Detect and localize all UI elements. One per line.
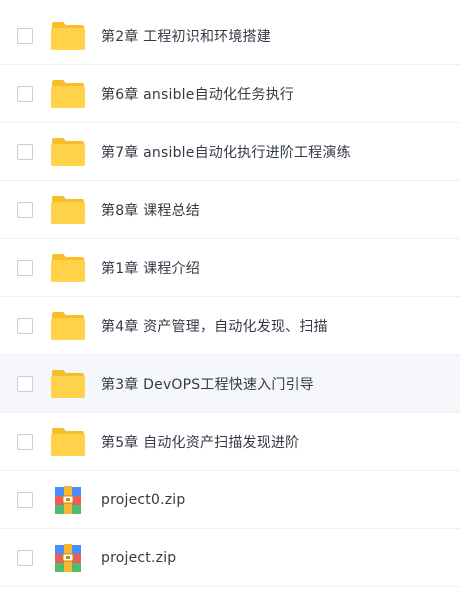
file-row[interactable]: 第3章 DevOPS工程快速入门引导 (0, 355, 460, 413)
folder-icon (50, 427, 86, 457)
file-name[interactable]: 第7章 ansible自动化执行进阶工程演练 (101, 142, 351, 162)
file-row[interactable]: 第2章 工程初识和环境搭建 (0, 7, 460, 65)
file-name[interactable]: project.zip (101, 550, 176, 566)
row-checkbox[interactable] (17, 27, 33, 44)
row-checkbox[interactable] (17, 433, 33, 450)
zip-archive-icon (50, 543, 86, 573)
file-row[interactable]: 第8章 课程总结 (0, 181, 460, 239)
zip-archive-icon (50, 485, 86, 515)
folder-icon (50, 137, 86, 167)
folder-icon (50, 253, 86, 283)
folder-icon (50, 311, 86, 341)
folder-icon (50, 21, 86, 51)
file-row[interactable]: project0.zip (0, 471, 460, 529)
folder-icon (50, 369, 86, 399)
row-checkbox[interactable] (17, 491, 33, 508)
folder-icon (50, 79, 86, 109)
file-name[interactable]: 第4章 资产管理，自动化发现、扫描 (101, 316, 328, 336)
row-checkbox[interactable] (17, 549, 33, 566)
file-name[interactable]: 第5章 自动化资产扫描发现进阶 (101, 432, 299, 452)
row-checkbox[interactable] (17, 259, 33, 276)
file-name[interactable]: 第8章 课程总结 (101, 200, 200, 220)
file-name[interactable]: 第2章 工程初识和环境搭建 (101, 26, 271, 46)
row-checkbox[interactable] (17, 375, 33, 392)
file-name[interactable]: 第1章 课程介绍 (101, 258, 200, 278)
file-row[interactable]: project.zip (0, 529, 460, 587)
row-checkbox[interactable] (17, 143, 33, 160)
file-row[interactable]: 第5章 自动化资产扫描发现进阶 (0, 413, 460, 471)
file-list: 第2章 工程初识和环境搭建 第6章 ansible自动化任务执行 第7章 ans… (0, 0, 460, 594)
row-checkbox[interactable] (17, 201, 33, 218)
file-row[interactable]: 第6章 ansible自动化任务执行 (0, 65, 460, 123)
file-row[interactable]: 第1章 课程介绍 (0, 239, 460, 297)
folder-icon (50, 195, 86, 225)
file-name[interactable]: 第3章 DevOPS工程快速入门引导 (101, 374, 314, 394)
row-checkbox[interactable] (17, 85, 33, 102)
file-name[interactable]: 第6章 ansible自动化任务执行 (101, 84, 294, 104)
file-row[interactable]: 第4章 资产管理，自动化发现、扫描 (0, 297, 460, 355)
row-checkbox[interactable] (17, 317, 33, 334)
file-name[interactable]: project0.zip (101, 492, 185, 508)
file-row[interactable]: 第7章 ansible自动化执行进阶工程演练 (0, 123, 460, 181)
